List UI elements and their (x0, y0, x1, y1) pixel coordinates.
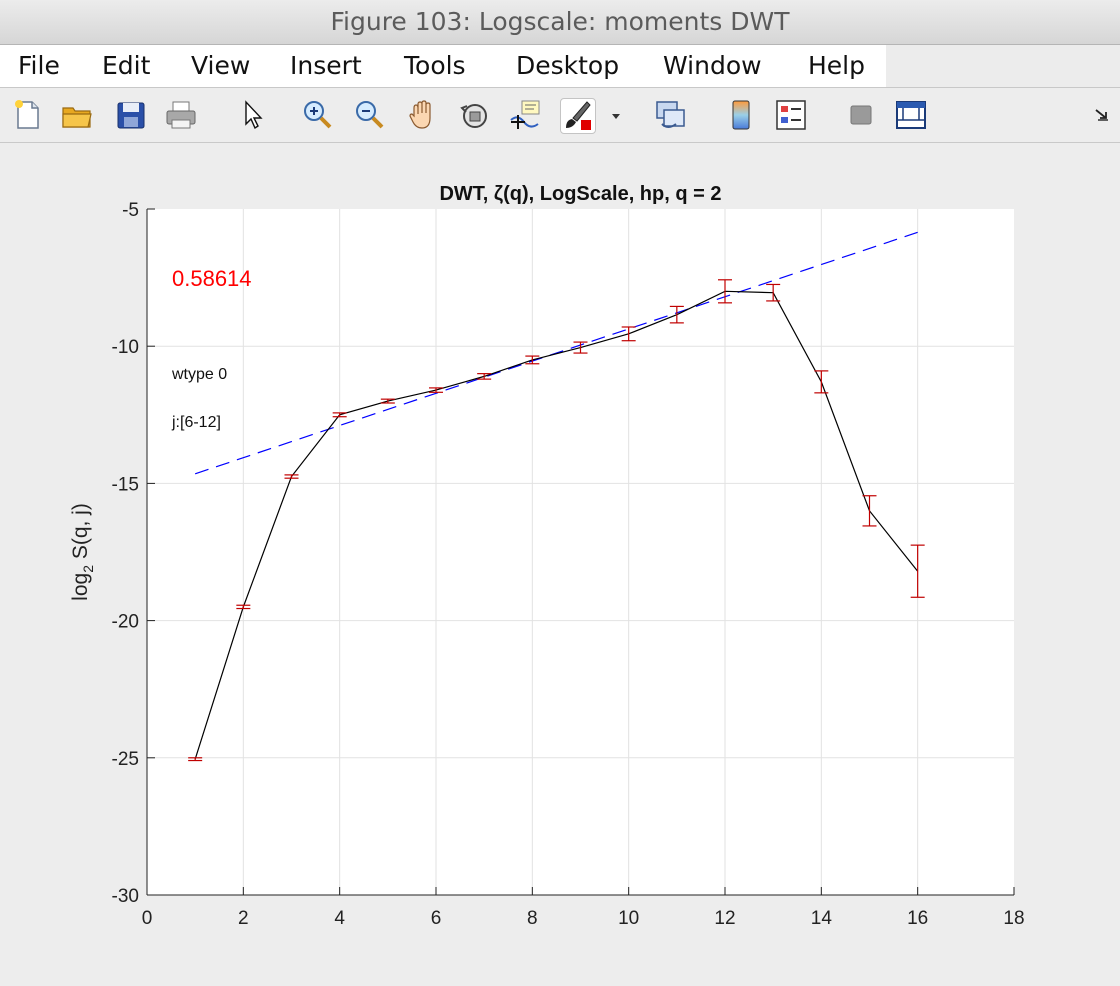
menu-help[interactable]: Help (808, 49, 865, 83)
link-plot-icon[interactable] (654, 98, 688, 132)
save-icon[interactable] (114, 98, 148, 132)
zoom-out-icon[interactable] (352, 98, 386, 132)
menu-view[interactable]: View (191, 49, 250, 83)
y-tick-label: -20 (112, 612, 139, 633)
window-title: Figure 103: Logscale: moments DWT (0, 0, 1120, 45)
rotate-3d-icon[interactable] (458, 98, 492, 132)
menu-tools[interactable]: Tools (404, 49, 466, 83)
insert-colorbar-icon[interactable] (724, 98, 758, 132)
x-tick-label: 2 (238, 908, 249, 929)
y-tick-label: -15 (112, 474, 139, 495)
y-tick-label: -30 (112, 886, 139, 907)
x-tick-label: 18 (1003, 908, 1024, 929)
insert-legend-icon[interactable] (774, 98, 808, 132)
dock-figure-icon[interactable] (1090, 98, 1114, 132)
y-axis-label-rest: S(q, j) (69, 503, 92, 565)
brush-icon[interactable] (560, 98, 596, 134)
show-plot-tools-icon[interactable] (894, 98, 928, 132)
y-tick-label: -10 (112, 337, 139, 358)
y-axis-label: log2 S(q, j) (69, 503, 96, 601)
pan-hand-icon[interactable] (406, 98, 440, 132)
chart: 0 2 4 6 8 10 12 14 16 18 -5 -10 -15 -20 -25 -30 DWT, ζ(q… (69, 183, 1025, 929)
new-figure-icon[interactable] (10, 98, 44, 132)
edit-plot-arrow-icon[interactable] (236, 98, 270, 132)
x-tick-label: 6 (431, 908, 442, 929)
plot-background (147, 209, 1014, 895)
x-tick-label: 0 (142, 908, 153, 929)
x-tick-label: 12 (714, 908, 735, 929)
x-tick-label: 8 (527, 908, 538, 929)
y-axis-label-main: log (69, 573, 92, 601)
menu-bar-filler (886, 45, 1120, 88)
x-tick-label: 4 (334, 908, 345, 929)
data-cursor-icon[interactable] (508, 98, 542, 132)
y-tick-label: -25 (112, 749, 139, 770)
print-icon[interactable] (164, 98, 198, 132)
wtype-annotation: wtype 0 (171, 366, 227, 383)
x-tick-label: 16 (907, 908, 928, 929)
toolbar (0, 88, 1120, 143)
range-annotation: j:[6-12] (171, 414, 221, 431)
menu-desktop[interactable]: Desktop (516, 49, 619, 83)
y-tick-label: -5 (122, 200, 139, 221)
y-axis-label-subscript: 2 (80, 565, 96, 573)
open-file-icon[interactable] (60, 98, 94, 132)
zoom-in-icon[interactable] (300, 98, 334, 132)
menu-edit[interactable]: Edit (102, 49, 150, 83)
menu-insert[interactable]: Insert (290, 49, 362, 83)
menu-window[interactable]: Window (663, 49, 762, 83)
chart-title: DWT, ζ(q), LogScale, hp, q = 2 (439, 183, 721, 205)
x-tick-label: 14 (811, 908, 833, 929)
x-tick-label: 10 (618, 908, 639, 929)
slope-annotation: 0.58614 (172, 266, 252, 291)
figure-canvas: 0 2 4 6 8 10 12 14 16 18 -5 -10 -15 -20 -25 -30 DWT, ζ(q… (0, 143, 1120, 986)
menu-file[interactable]: File (18, 49, 60, 83)
brush-dropdown-icon[interactable] (604, 98, 628, 132)
menu-bar: File Edit View Insert Tools Desktop Wind… (0, 45, 886, 88)
hide-plot-tools-icon[interactable] (844, 98, 878, 132)
